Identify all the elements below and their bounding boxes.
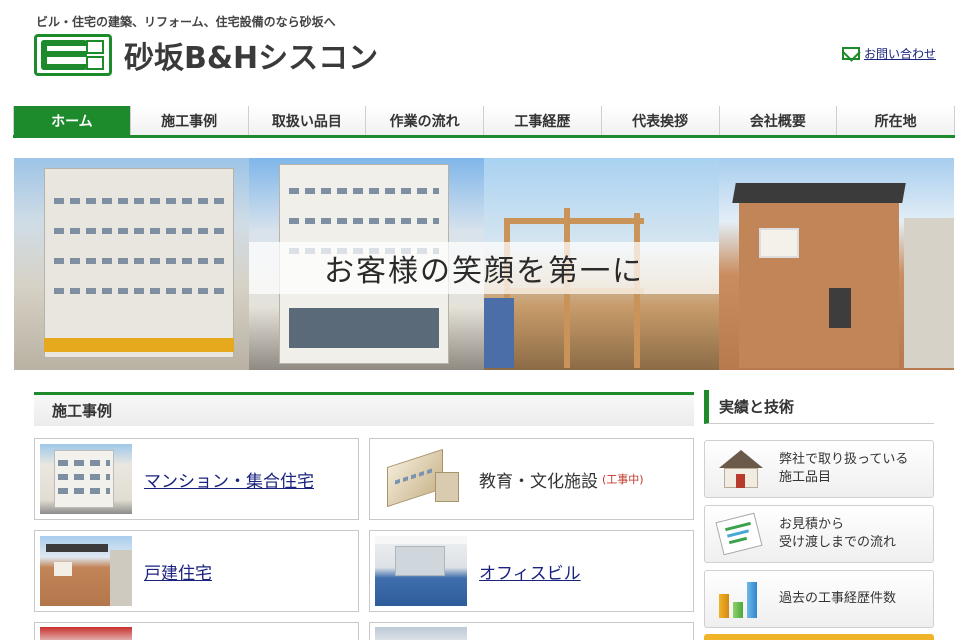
sidebar-item-workflow-line1: お見積から [779,517,845,533]
work-card-office-label[interactable]: オフィスビル [479,559,581,584]
work-card-more-2[interactable] [369,622,694,640]
mail-icon[interactable] [842,47,860,60]
sidebar-item-products[interactable]: 弊社で取り扱っている 施工品目 [704,440,934,498]
contact-link[interactable]: お問い合わせ [864,45,936,62]
nav-company[interactable]: 会社概要 [719,106,838,135]
apartment-thumbnail [40,444,132,514]
nav-history[interactable]: 工事経歴 [484,106,602,135]
logo-mark-icon [34,34,112,76]
hero-photo-house [719,158,954,370]
sidebar-item-products-line1: 弊社で取り扱っている [779,452,909,468]
logo-text: 砂坂B&Hシスコン [124,41,379,76]
sidebar-item-next[interactable] [704,634,934,640]
office-interior-thumbnail [375,536,467,606]
work-card-education-note: (工事中) [602,473,644,486]
work-card-more-1[interactable] [34,622,359,640]
work-card-house-label[interactable]: 戸建住宅 [144,559,212,584]
more-thumbnail-2 [375,627,467,640]
site-tagline: ビル・住宅の建築、リフォーム、住宅設備のなら砂坂へ [36,15,336,29]
more-thumbnail-1 [40,627,132,640]
sidebar-item-workflow-line2: 受け渡しまでの流れ [779,535,897,550]
nav-greeting[interactable]: 代表挨拶 [601,106,720,135]
hero-banner: お客様の笑顔を第一に [14,158,954,370]
school-building-icon [375,444,467,514]
sidebar-item-workflow[interactable]: お見積から 受け渡しまでの流れ [704,505,934,563]
work-card-house[interactable]: 戸建住宅 [34,530,359,612]
nav-access[interactable]: 所在地 [837,106,955,135]
hero-photo-office-building [14,158,249,370]
site-logo[interactable]: 砂坂B&Hシスコン [34,33,378,77]
sidebar-item-history[interactable]: 過去の工事経歴件数 [704,570,934,628]
nav-workflow[interactable]: 作業の流れ [366,106,484,135]
work-card-apartment[interactable]: マンション・集合住宅 [34,438,359,520]
nav-products[interactable]: 取扱い品目 [248,106,367,135]
house-icon [711,446,769,492]
contact-link-area[interactable]: お問い合わせ [842,45,936,62]
sidebar-title: 実績と技術 [704,390,934,424]
house-thumbnail [40,536,132,606]
bar-chart-icon [711,576,769,622]
work-card-education-label[interactable]: 教育・文化施設 [479,467,598,492]
main-nav: ホーム 施工事例 取扱い品目 作業の流れ 工事経歴 代表挨拶 会社概要 所在地 [13,106,955,138]
nav-home[interactable]: ホーム [13,106,131,135]
sidebar-item-products-line2: 施工品目 [779,470,832,485]
work-card-office[interactable]: オフィスビル [369,530,694,612]
works-section-title: 施工事例 [34,392,694,426]
nav-works[interactable]: 施工事例 [130,106,249,135]
sidebar-item-history-line1: 過去の工事経歴件数 [779,591,897,607]
work-card-education[interactable]: 教育・文化施設 (工事中) [369,438,694,520]
hero-caption: お客様の笑顔を第一に [324,254,644,289]
document-chart-icon [711,511,769,557]
work-card-apartment-label[interactable]: マンション・集合住宅 [144,467,314,492]
